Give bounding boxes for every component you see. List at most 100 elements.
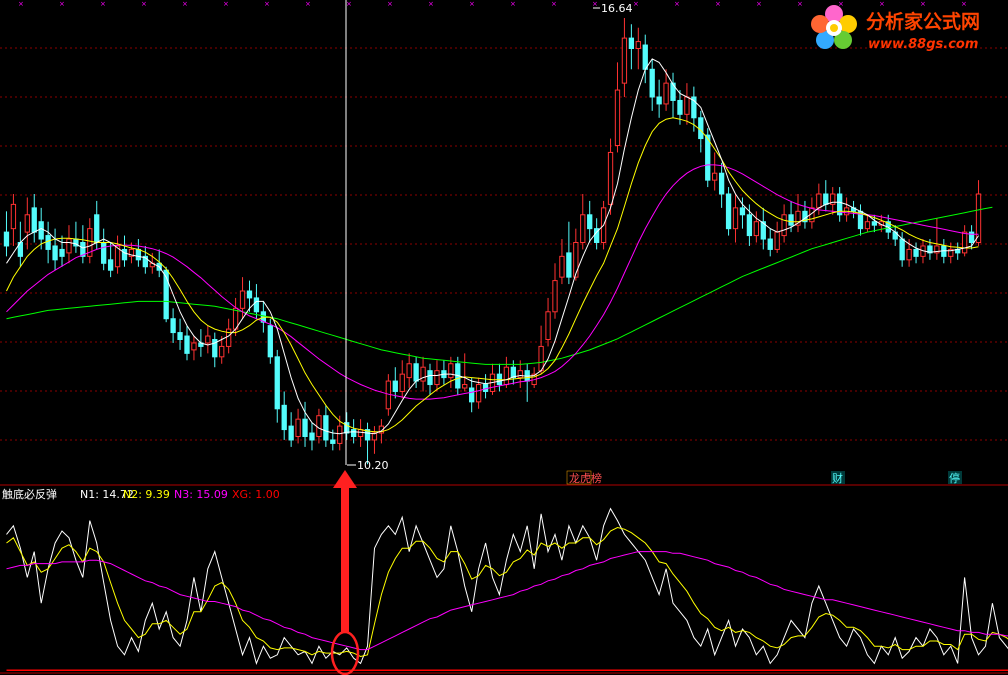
candle-body-down [788,214,794,226]
candle-body-down [871,221,878,226]
candle-body-down [823,193,829,205]
logo-url: www.88gs.com [868,37,978,52]
top-tick-mark: × [182,0,188,8]
top-tick-mark: × [18,0,24,8]
top-tick-mark: × [551,0,557,8]
stock-chart-canvas: × × × × × × × × × × × × × × × × × × × × × × × × 16.64 10.20 龙虎榜… [0,0,1008,675]
top-tick-mark: × [633,0,639,8]
candle-body-up [621,37,628,84]
candle-body-up [462,384,468,389]
top-tick-mark: × [387,0,393,8]
candle-body-down [698,117,704,140]
candle-body-down [31,207,37,233]
event-marker-dragon-tiger[interactable]: 龙虎榜 [566,470,602,485]
candle-body-down [274,356,280,410]
candle-body-down [566,252,572,278]
candle-body-down [52,245,58,261]
candle-body-down [628,37,635,50]
indicator-title: 触底必反弹 [2,487,57,501]
candle-body-down [746,214,753,237]
top-tick-mark: × [100,0,106,8]
candle-body-up [975,193,982,243]
candle-body-down [642,44,648,70]
candle-body-down [913,248,919,257]
candle-body-up [448,363,454,379]
candle-body-up [475,384,482,403]
candle-body-up [559,255,565,278]
candle-body-up [337,425,343,444]
candle-body-down [177,332,183,341]
event-label-suspend: 停 [949,471,960,485]
candle-body-down [309,432,315,441]
candle-body-up [961,231,968,254]
candle-body-up [10,203,17,230]
candle-body-down [656,96,662,105]
candle-body-down [677,99,683,115]
candle-body-down [281,404,287,431]
top-tick-mark: × [756,0,762,8]
candle-body-up [399,373,405,392]
candle-body-down [350,429,357,438]
candle-body-down [135,248,142,261]
top-tick-mark: × [592,0,598,8]
candle-body-up [753,221,759,237]
candle-body-down [649,68,655,98]
candle-body-up [580,214,586,244]
candle-body-down [899,238,905,261]
candle-body-up [712,172,718,181]
candle-body-up [316,415,322,438]
candle-body-up [635,41,641,50]
candle-body-up [774,231,780,250]
top-tick-mark: × [510,0,516,8]
top-tick-mark: × [879,0,885,8]
candle-body-up [732,207,739,230]
candle-body-up [781,214,787,237]
event-label-finance: 财 [832,471,843,485]
candle-body-up [191,342,197,351]
site-logo: 分析家公式网 www.88gs.com [811,5,980,52]
candle-body-up [545,311,551,340]
candle-body-down [3,231,10,247]
candle-body-down [413,363,419,382]
top-tick-mark: × [305,0,311,8]
candle-body-down [739,207,746,216]
candle-body-up [864,221,871,230]
top-tick-mark: × [674,0,680,8]
legend-n2: N2: 9.39 [123,488,170,501]
top-tick-mark: × [961,0,967,8]
candle-body-down [107,259,114,271]
candle-body-down [184,335,190,354]
candle-body-down [767,238,773,250]
candle-body-down [587,214,593,230]
candle-body-up [517,370,523,379]
candle-body-up [205,335,211,344]
legend-xg: XG: 1.00 [232,488,280,501]
candle-body-up [420,366,426,382]
candle-body-down [718,172,725,195]
event-marker-suspend[interactable]: 停 [948,471,962,485]
candle-body-up [239,290,246,309]
top-tick-mark: × [469,0,475,8]
candle-body-down [59,248,65,257]
logo-title: 分析家公式网 [866,10,980,33]
candle-body-up [406,363,412,379]
candle-body-down [302,418,308,437]
top-tick-mark: × [797,0,803,8]
top-tick-mark: × [223,0,229,8]
candle-body-down [101,242,107,264]
top-tick-mark: × [141,0,147,8]
candle-body-up [614,89,621,146]
event-marker-finance[interactable]: 财 [831,471,845,485]
candle-body-down [94,214,100,244]
candle-body-down [469,387,475,403]
low-price-label: 10.20 [357,459,389,472]
candle-body-up [607,151,614,205]
candle-body-up [663,82,669,105]
top-tick-mark: × [428,0,434,8]
high-price-label: 16.64 [601,2,633,15]
candle-body-down [288,425,294,441]
candle-body-up [295,418,301,437]
candle-body-up [573,242,579,278]
candle-body-down [170,318,176,334]
candle-body-up [434,370,440,386]
